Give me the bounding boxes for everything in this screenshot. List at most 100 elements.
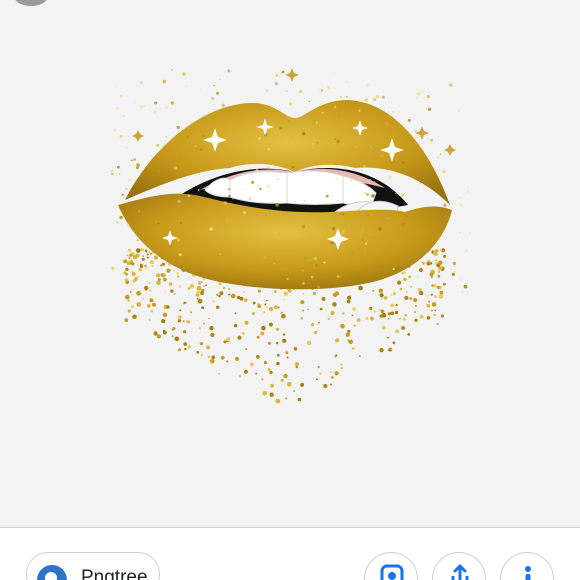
glitter-drip-dot (136, 301, 142, 307)
glitter-drip-dot (388, 349, 390, 352)
glitter-drip-dot (218, 282, 222, 286)
glitter-drip-dot (187, 287, 191, 290)
glitter-drip-dot (286, 356, 289, 359)
glitter-speck (209, 227, 213, 231)
glitter-drip-dot (125, 273, 128, 276)
glitter-drip-dot (332, 302, 337, 307)
glitter-speck (461, 291, 464, 293)
glitter-speck (170, 101, 174, 105)
glitter-speck (258, 137, 261, 140)
glitter-drip-dot (340, 324, 345, 329)
glitter-drip-dot (174, 336, 180, 342)
glitter-speck (416, 136, 419, 139)
glitter-drip-dot (436, 285, 440, 289)
glitter-speck (287, 119, 291, 123)
glitter-drip-dot (135, 248, 141, 253)
glitter-drip-dot (161, 319, 166, 324)
image-viewer[interactable] (0, 0, 580, 527)
glitter-speck (373, 98, 377, 102)
glitter-drip-dot (230, 293, 236, 299)
glitter-speck (127, 135, 129, 138)
glitter-speck (266, 109, 269, 112)
glitter-speck (231, 162, 233, 164)
glitter-speck (317, 285, 321, 289)
glitter-speck (286, 277, 289, 281)
glitter-speck (126, 223, 130, 226)
glitter-speck (316, 141, 319, 145)
glitter-speck (315, 264, 318, 267)
glitter-drip-dot (244, 320, 249, 325)
glitter-drip-dot (156, 280, 161, 286)
glitter-drip-dot (189, 283, 195, 289)
glitter-speck (227, 69, 231, 73)
glitter-drip-dot (153, 331, 158, 336)
glitter-speck (459, 277, 463, 281)
glitter-speck (415, 97, 418, 100)
glitter-speck (302, 293, 304, 295)
glitter-drip-dot (263, 311, 266, 314)
glitter-drip-dot (431, 276, 433, 279)
glitter-speck (339, 95, 343, 98)
glitter-speck (321, 89, 324, 92)
glitter-drip-dot (414, 318, 418, 322)
glitter-speck (332, 226, 336, 231)
glitter-drip-dot (223, 340, 227, 344)
glitter-speck (116, 221, 119, 224)
glitter-drip-dot (418, 267, 423, 273)
glitter-speck (363, 192, 366, 194)
glitter-drip-dot (126, 254, 129, 257)
glitter-speck (274, 82, 278, 86)
glitter-speck (430, 138, 434, 142)
glitter-speck (130, 159, 133, 162)
glitter-drip-dot (300, 317, 304, 320)
glitter-speck (213, 84, 215, 87)
glitter-drip-dot (166, 305, 170, 309)
glitter-speck (244, 188, 246, 190)
glitter-speck (334, 138, 337, 141)
glitter-drip-dot (149, 260, 154, 265)
glitter-drip-dot (438, 294, 444, 299)
glitter-drip-dot (170, 289, 174, 293)
glitter-speck (157, 222, 160, 225)
glitter-drip-dot (407, 333, 411, 336)
glitter-drip-dot (283, 291, 288, 296)
glitter-drip-dot (275, 398, 281, 404)
glitter-drip-dot (379, 314, 383, 318)
glitter-drip-dot (294, 362, 299, 367)
glitter-drip-dot (330, 383, 333, 386)
source-chip[interactable]: Pngtree (26, 552, 160, 580)
glitter-drip-dot (260, 331, 265, 336)
glitter-speck (376, 95, 380, 99)
glitter-drip-dot (261, 378, 264, 381)
glitter-drip-dot (263, 361, 267, 365)
glitter-drip-dot (196, 297, 199, 300)
glitter-drip-dot (256, 335, 260, 339)
glitter-drip-dot (177, 315, 182, 320)
glitter-drip-dot (340, 363, 343, 366)
glitter-speck (140, 297, 144, 300)
glitter-drip-dot (282, 338, 287, 343)
glitter-drip-dot (234, 312, 237, 315)
glitter-drip-dot (401, 271, 404, 275)
glitter-drip-dot (148, 319, 151, 321)
glitter-speck (335, 177, 337, 180)
glitter-drip-dot (257, 303, 260, 306)
glitter-speck (439, 153, 442, 155)
gold-glitter-lips-image (110, 68, 471, 404)
lens-button[interactable] (364, 552, 418, 580)
glitter-drip-dot (426, 316, 431, 320)
glitter-drip-dot (161, 262, 165, 266)
glitter-speck (392, 267, 395, 271)
glitter-drip-dot (237, 335, 242, 340)
glitter-drip-dot (269, 392, 274, 397)
glitter-speck (426, 94, 430, 99)
info-button[interactable] (500, 552, 554, 580)
share-button[interactable] (432, 552, 486, 580)
glitter-speck (216, 91, 220, 95)
glitter-speck (420, 182, 422, 184)
glitter-speck (177, 238, 181, 242)
glitter-drip-dot (334, 371, 339, 376)
glitter-drip-dot (189, 311, 192, 314)
glitter-drip-dot (241, 331, 245, 335)
glitter-drip-dot (131, 271, 136, 276)
